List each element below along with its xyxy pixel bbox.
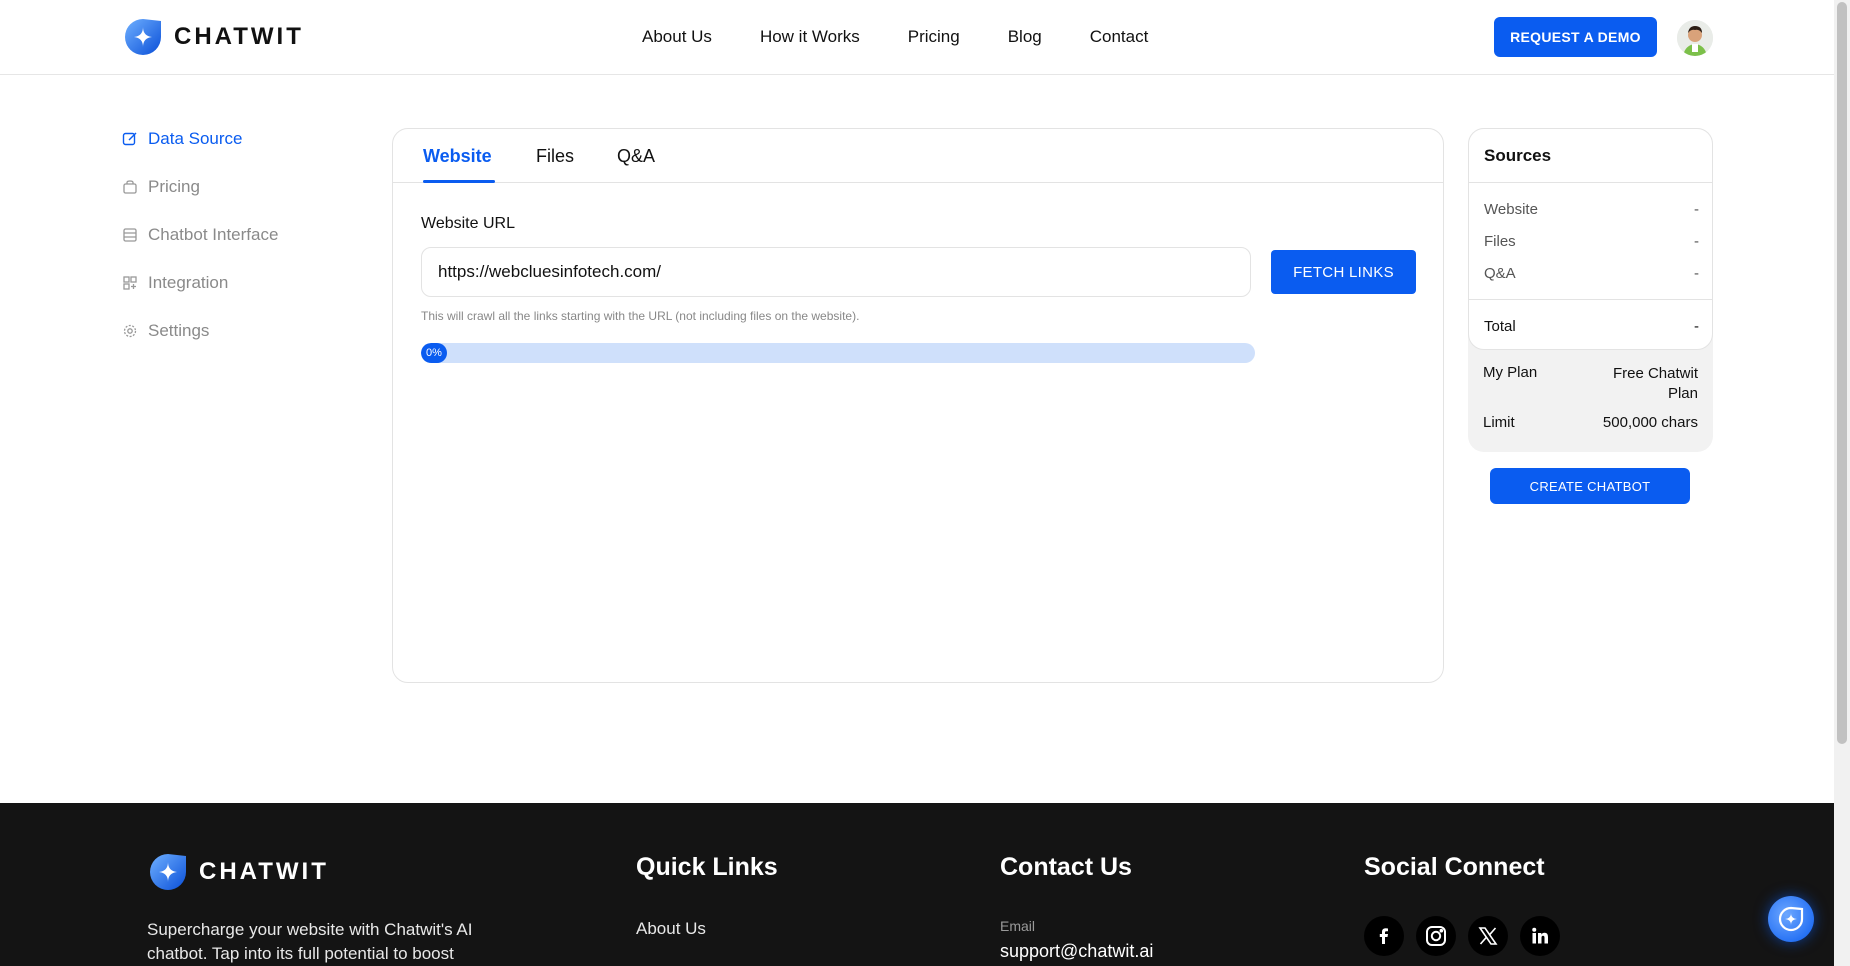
linkedin-icon[interactable] (1520, 916, 1560, 956)
quick-links-heading: Quick Links (636, 853, 778, 881)
avatar-icon (1677, 20, 1713, 56)
tab-qa[interactable]: Q&A (617, 146, 655, 167)
divider (1469, 299, 1712, 300)
nav-how-it-works[interactable]: How it Works (760, 27, 860, 47)
request-demo-button[interactable]: REQUEST A DEMO (1494, 17, 1657, 57)
total-value: - (1694, 318, 1699, 335)
social-heading: Social Connect (1364, 853, 1545, 881)
tab-files[interactable]: Files (536, 146, 574, 167)
source-label: Q&A (1484, 265, 1516, 282)
site-header: CHATWIT About Us How it Works Pricing Bl… (0, 0, 1834, 75)
source-value: - (1694, 265, 1699, 282)
chat-icon (1778, 906, 1804, 932)
data-source-card: Website Files Q&A Website URL FETCH LINK… (392, 128, 1444, 683)
footer-description: Supercharge your website with Chatwit's … (147, 920, 473, 963)
limit-value: 500,000 chars (1602, 414, 1698, 431)
source-tabs: Website Files Q&A (393, 129, 1443, 183)
grid-icon (123, 276, 137, 290)
edit-icon (122, 132, 137, 146)
sidebar-item-data-source[interactable]: Data Source (122, 128, 278, 150)
crawl-progress-bar: 0% (421, 343, 1255, 363)
fetch-links-button[interactable]: FETCH LINKS (1271, 250, 1416, 294)
website-url-input[interactable] (421, 247, 1251, 297)
chat-launcher-button[interactable] (1768, 896, 1814, 942)
limit-label: Limit (1483, 414, 1515, 431)
x-icon[interactable] (1468, 916, 1508, 956)
contact-heading: Contact Us (1000, 853, 1132, 881)
support-email-link[interactable]: support@chatwit.ai (1000, 941, 1153, 962)
crawl-hint: This will crawl all the links starting w… (421, 309, 860, 323)
active-tab-indicator (423, 180, 495, 183)
create-chatbot-button[interactable]: CREATE CHATBOT (1490, 468, 1690, 504)
plan-value: Free Chatwit Plan (1612, 365, 1698, 402)
sidebar-item-label: Integration (148, 273, 229, 292)
sidebar-item-label: Chatbot Interface (148, 225, 279, 244)
sidebar-item-integration[interactable]: Integration (122, 272, 278, 294)
sidebar-item-label: Pricing (148, 177, 200, 196)
source-value: - (1694, 201, 1699, 218)
source-value: - (1694, 233, 1699, 250)
my-plan-row: My Plan Free Chatwit Plan (1483, 364, 1698, 404)
footer-logo-text: CHATWIT (199, 858, 329, 885)
source-total-row: Total - (1484, 318, 1699, 335)
facebook-icon[interactable] (1364, 916, 1404, 956)
email-label: Email (1000, 918, 1036, 934)
page-scrollbar[interactable] (1834, 0, 1850, 966)
source-row-website: Website - (1484, 201, 1699, 218)
chatwit-logo-icon (150, 854, 186, 890)
sources-summary: Sources Website - Files - Q&A - Total - (1468, 128, 1713, 350)
total-label: Total (1484, 318, 1516, 335)
limit-row: Limit 500,000 chars (1483, 414, 1698, 431)
tab-website[interactable]: Website (423, 146, 492, 167)
sidebar-item-pricing[interactable]: Pricing (122, 176, 278, 198)
sources-title: Sources (1484, 146, 1552, 165)
window-icon (123, 228, 137, 242)
source-label: Website (1484, 201, 1538, 218)
scrollbar-thumb[interactable] (1837, 2, 1847, 744)
nav-about-us[interactable]: About Us (642, 27, 712, 47)
footer-logo[interactable]: CHATWIT (147, 851, 329, 893)
source-row-files: Files - (1484, 233, 1699, 250)
plan-label: My Plan (1483, 364, 1538, 381)
nav-blog[interactable]: Blog (1008, 27, 1042, 47)
user-avatar[interactable] (1677, 20, 1713, 56)
bag-icon (123, 180, 137, 194)
sidebar-item-settings[interactable]: Settings (122, 320, 278, 342)
sources-panel: Sources Website - Files - Q&A - Total - … (1468, 128, 1713, 452)
footer-link-about-us[interactable]: About Us (636, 919, 706, 939)
main-nav: About Us How it Works Pricing Blog Conta… (642, 27, 1148, 47)
site-footer: CHATWIT Supercharge your website with Ch… (0, 803, 1834, 966)
sidebar-item-label: Data Source (148, 129, 243, 148)
sidebar-item-chatbot-interface[interactable]: Chatbot Interface (122, 224, 278, 246)
instagram-icon[interactable] (1416, 916, 1456, 956)
social-links (1364, 916, 1560, 956)
nav-pricing[interactable]: Pricing (908, 27, 960, 47)
chatwit-logo-icon (125, 19, 161, 55)
logo-text: CHATWIT (174, 23, 304, 50)
nav-contact[interactable]: Contact (1090, 27, 1149, 47)
progress-fill: 0% (421, 343, 447, 363)
gear-icon (123, 324, 137, 338)
website-url-label: Website URL (421, 215, 515, 232)
sidebar-item-label: Settings (148, 321, 210, 340)
divider (1469, 182, 1712, 183)
source-label: Files (1484, 233, 1516, 250)
source-row-qa: Q&A - (1484, 265, 1699, 282)
left-sidebar: Data Source Pricing Chatbot Interface In… (122, 128, 278, 368)
header-logo[interactable]: CHATWIT (122, 16, 304, 58)
